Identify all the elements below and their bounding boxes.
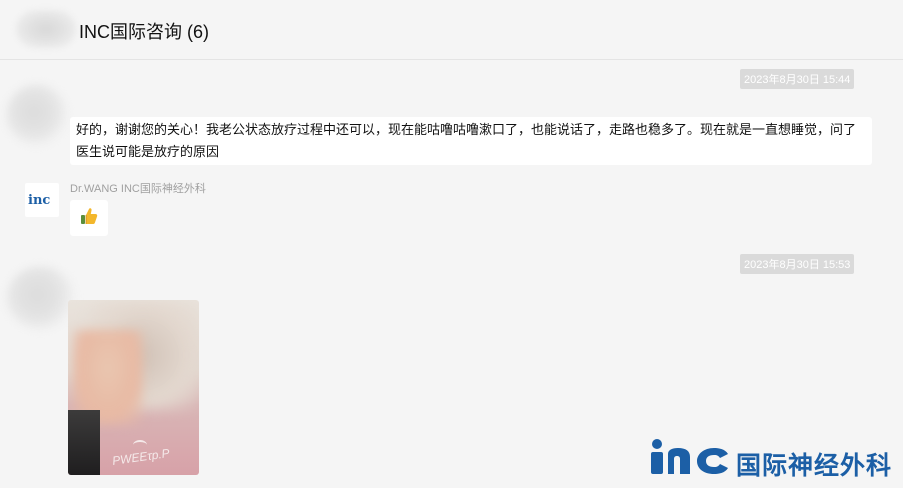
inc-watermark-logo-icon xyxy=(651,439,728,474)
image-dark-region xyxy=(68,410,100,475)
inc-logo-icon: inc xyxy=(28,193,50,207)
message-timestamp: 2023年8月30日 15:44 xyxy=(740,69,855,89)
image-message[interactable]: PWEEτp.P xyxy=(68,300,199,475)
inc-logo-text: inc xyxy=(28,193,50,207)
emoji-message-bubble[interactable] xyxy=(70,200,108,236)
blurred-chat-avatar xyxy=(16,10,76,48)
doctor-avatar[interactable]: inc xyxy=(25,183,59,217)
blurred-user-avatar[interactable] xyxy=(6,266,76,330)
chat-header: INC国际咨询 (6) xyxy=(0,0,903,60)
sender-name: Dr.WANG INC国际神经外科 xyxy=(70,183,206,195)
thumbs-up-icon xyxy=(81,208,98,224)
watermark-text: 国际神经外科 xyxy=(736,452,893,480)
chat-title: INC国际咨询 (6) xyxy=(79,22,209,42)
watermark: 国际神经外科 xyxy=(648,436,898,480)
message-timestamp: 2023年8月30日 15:53 xyxy=(740,254,855,274)
image-shirt-text: PWEEτp.P xyxy=(111,446,171,468)
text-message-bubble[interactable]: 好的，谢谢您的关心！我老公状态放疗过程中还可以，现在能咕噜咕噜漱口了，也能说话了… xyxy=(70,117,872,165)
blurred-user-avatar[interactable] xyxy=(6,84,68,146)
